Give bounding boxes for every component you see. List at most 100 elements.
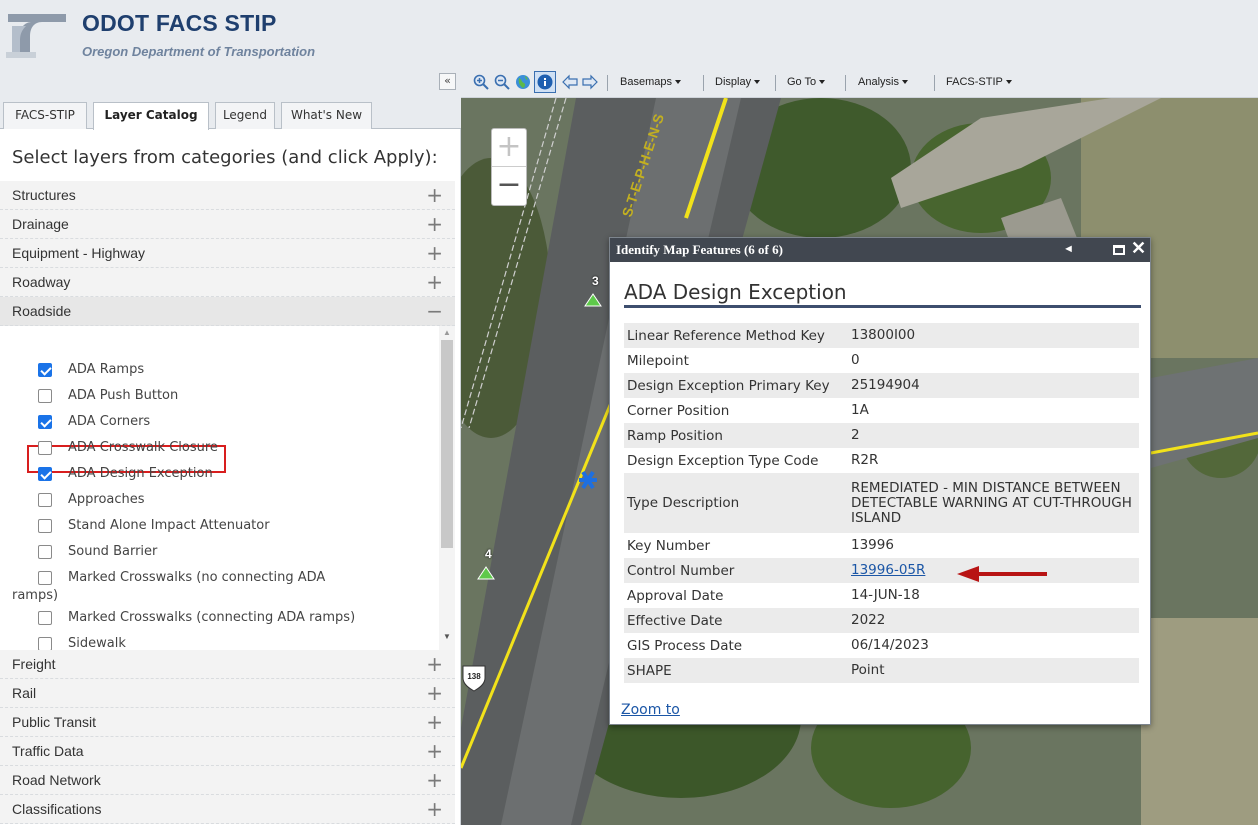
- layer-checkbox-approaches[interactable]: [38, 493, 52, 507]
- tab-layer-catalog[interactable]: Layer Catalog: [93, 102, 209, 130]
- attr-key: Design Exception Primary Key: [624, 373, 848, 398]
- back-arrow-icon[interactable]: [562, 74, 578, 90]
- layer-label: ADA Design Exception: [68, 466, 213, 481]
- table-row: Control Number 13996-05R: [624, 558, 1139, 583]
- info-icon[interactable]: [537, 74, 553, 90]
- layer-checkbox-ada-corners[interactable]: [38, 415, 52, 429]
- category-freight[interactable]: Freight +: [0, 650, 455, 679]
- tab-whats-new[interactable]: What's New: [281, 102, 372, 129]
- expand-plus-icon[interactable]: +: [426, 679, 443, 707]
- category-equipment-highway[interactable]: Equipment - Highway +: [0, 239, 455, 268]
- layer-label: Marked Crosswalks (no connecting ADA: [68, 570, 326, 585]
- attr-value: 14-JUN-18: [851, 587, 920, 603]
- map-marker-label: 3: [592, 274, 599, 288]
- attr-key: Type Description: [624, 473, 848, 533]
- control-number-link[interactable]: 13996-05R: [851, 562, 925, 578]
- table-row: Effective Date 2022: [624, 608, 1139, 633]
- expand-plus-icon[interactable]: +: [426, 239, 443, 267]
- layer-checkbox-ada-push-button[interactable]: [38, 389, 52, 403]
- menu-go-to[interactable]: Go To: [787, 76, 825, 88]
- map-toolbar: Basemaps Display Go To Analysis FACS-STI…: [461, 68, 1258, 98]
- tab-facs-stip[interactable]: FACS-STIP: [3, 102, 87, 129]
- maximize-icon[interactable]: [1113, 245, 1125, 255]
- table-row: Milepoint 0: [624, 348, 1139, 373]
- tab-legend[interactable]: Legend: [215, 102, 275, 129]
- panel-heading: Select layers from categories (and click…: [12, 147, 438, 168]
- previous-feature-icon[interactable]: ◄: [1063, 243, 1074, 255]
- map-zoom-out-button[interactable]: −: [492, 167, 526, 205]
- expand-plus-icon[interactable]: +: [426, 737, 443, 765]
- attr-key: Effective Date: [624, 608, 848, 633]
- category-rail[interactable]: Rail +: [0, 679, 455, 708]
- category-label: Classifications: [12, 801, 102, 817]
- menu-basemaps[interactable]: Basemaps: [620, 76, 681, 88]
- category-traffic-data[interactable]: Traffic Data +: [0, 737, 455, 766]
- attr-value: 2022: [848, 608, 1139, 633]
- expand-plus-icon[interactable]: +: [426, 766, 443, 794]
- category-label: Drainage: [12, 216, 69, 232]
- menu-display[interactable]: Display: [715, 76, 760, 88]
- attr-value: 2: [848, 423, 1139, 448]
- zoom-to-link[interactable]: Zoom to: [621, 702, 680, 718]
- scroll-up-icon[interactable]: ▲: [443, 328, 451, 337]
- close-icon[interactable]: ✕: [1131, 238, 1146, 259]
- menu-facs-stip[interactable]: FACS-STIP: [946, 76, 1012, 88]
- collapse-minus-icon[interactable]: −: [426, 297, 443, 325]
- zoom-in-icon[interactable]: [473, 74, 489, 90]
- popup-title: Identify Map Features (6 of 6): [616, 242, 783, 257]
- layer-label: ADA Push Button: [68, 388, 179, 403]
- layer-label: ADA Corners: [68, 414, 151, 429]
- layer-checkbox-marked-crosswalks-ada[interactable]: [38, 611, 52, 625]
- popup-titlebar: Identify Map Features (6 of 6) ◄ ✕: [610, 238, 1150, 262]
- expand-plus-icon[interactable]: +: [426, 268, 443, 296]
- expand-plus-icon[interactable]: +: [426, 181, 443, 209]
- layer-checkbox-sound-barrier[interactable]: [38, 545, 52, 559]
- category-label: Equipment - Highway: [12, 245, 146, 261]
- category-structures[interactable]: Structures +: [0, 181, 455, 210]
- layer-checkbox-ada-crosswalk-closure[interactable]: [38, 441, 52, 455]
- toolbar-separator: [845, 75, 846, 91]
- expand-plus-icon[interactable]: +: [426, 650, 443, 678]
- expand-plus-icon[interactable]: +: [426, 210, 443, 238]
- double-chevron-left-icon[interactable]: «: [439, 73, 456, 90]
- attr-key: Ramp Position: [624, 423, 848, 448]
- forward-arrow-icon[interactable]: [582, 74, 598, 90]
- category-label: Freight: [12, 656, 56, 672]
- attr-value: 06/14/2023: [851, 637, 929, 653]
- layer-checkbox-ada-design-exception[interactable]: [38, 467, 52, 481]
- layer-label: Sidewalk: [68, 636, 126, 650]
- globe-icon[interactable]: [515, 74, 531, 90]
- category-roadway[interactable]: Roadway +: [0, 268, 455, 297]
- expand-plus-icon[interactable]: +: [426, 795, 443, 823]
- category-public-transit[interactable]: Public Transit +: [0, 708, 455, 737]
- annotation-arrow-icon: [957, 566, 1047, 582]
- map-zoom-control: + −: [491, 128, 527, 206]
- attr-value: REMEDIATED - MIN DISTANCE BETWEEN DETECT…: [848, 473, 1139, 533]
- app-subtitle: Oregon Department of Transportation: [82, 44, 316, 59]
- layer-label: Stand Alone Impact Attenuator: [68, 518, 270, 533]
- table-row: GIS Process Date 06/14/2023: [624, 633, 1139, 658]
- category-road-network[interactable]: Road Network +: [0, 766, 455, 795]
- layer-checkbox-sidewalk[interactable]: [38, 637, 52, 650]
- identify-popup: Identify Map Features (6 of 6) ◄ ✕ ADA D…: [609, 237, 1151, 725]
- panel-tabs: FACS-STIP Layer Catalog Legend What's Ne…: [0, 98, 461, 130]
- layer-list-scrollbar[interactable]: ▲ ▼: [439, 326, 455, 650]
- layer-checkbox-impact-attenuator[interactable]: [38, 519, 52, 533]
- category-classifications[interactable]: Classifications +: [0, 795, 455, 824]
- toolbar-separator: [775, 75, 776, 91]
- category-label: Road Network: [12, 772, 101, 788]
- table-row: Type Description REMEDIATED - MIN DISTANC…: [624, 473, 1139, 533]
- scroll-down-icon[interactable]: ▼: [443, 632, 451, 641]
- attr-value: R2R: [851, 452, 879, 468]
- expand-plus-icon[interactable]: +: [426, 708, 443, 736]
- scroll-thumb[interactable]: [441, 340, 453, 548]
- category-label: Structures: [12, 187, 76, 203]
- layer-checkbox-ada-ramps[interactable]: [38, 363, 52, 377]
- menu-analysis[interactable]: Analysis: [858, 76, 908, 88]
- layer-checkbox-marked-crosswalks-no-ada[interactable]: [38, 571, 52, 585]
- category-drainage[interactable]: Drainage +: [0, 210, 455, 239]
- map-zoom-in-button[interactable]: +: [492, 129, 526, 167]
- layer-label-continued: ramps): [12, 588, 59, 603]
- category-roadside[interactable]: Roadside −: [0, 297, 455, 326]
- zoom-out-icon[interactable]: [494, 74, 510, 90]
